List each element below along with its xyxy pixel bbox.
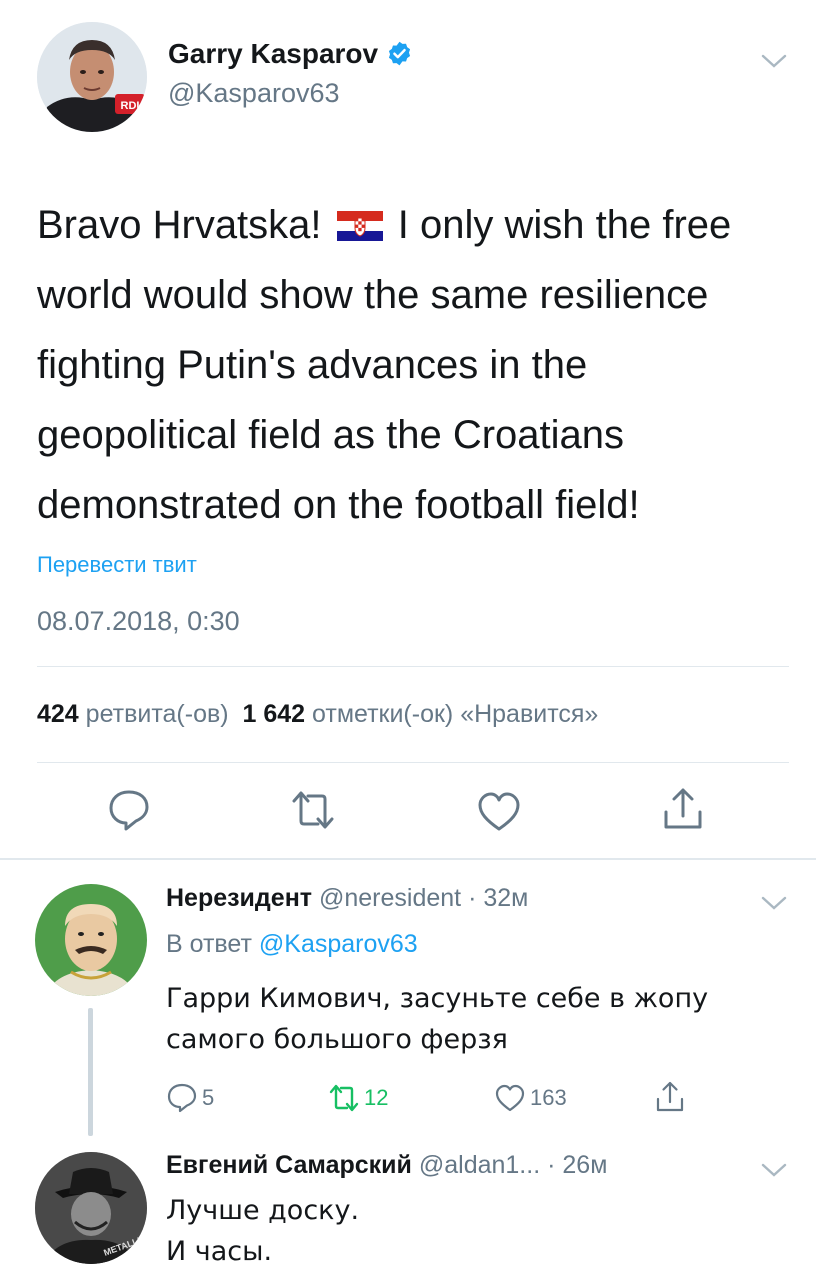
reply-text-line: Лучше доску. bbox=[166, 1195, 360, 1226]
reply-retweet-count: 12 bbox=[364, 1085, 389, 1110]
retweets-stat[interactable]: 424 ретвита(-ов) bbox=[37, 700, 229, 728]
reply-time: · 32м bbox=[468, 884, 529, 912]
reply-header: Евгений Самарский @aldan1... · 26м bbox=[166, 1151, 607, 1180]
reply-reply-button[interactable]: 5 bbox=[166, 1082, 214, 1114]
like-label: отметки(-ок) «Нравится» bbox=[312, 700, 599, 728]
author-name-text: Garry Kasparov bbox=[168, 38, 379, 69]
croatia-flag-icon bbox=[336, 211, 383, 241]
chevron-down-icon[interactable] bbox=[761, 894, 787, 912]
divider bbox=[37, 666, 789, 667]
reply-text: Гарри Кимович, засуньте себе в жопу само… bbox=[166, 983, 709, 1055]
reply-retweet-button[interactable]: 12 bbox=[328, 1082, 388, 1114]
thread-line bbox=[88, 1008, 93, 1136]
verified-badge-icon bbox=[389, 41, 411, 66]
reply-icon[interactable] bbox=[106, 787, 152, 833]
chevron-down-icon[interactable] bbox=[761, 52, 787, 70]
reply-text-line: И часы. bbox=[166, 1236, 273, 1267]
tweet-text: Bravo Hrvatska! I only wish the free wor… bbox=[37, 190, 797, 540]
tweet-timestamp: 08.07.2018, 0:30 bbox=[37, 606, 240, 636]
retweet-count: 424 bbox=[37, 700, 79, 728]
author-name[interactable]: Garry Kasparov bbox=[168, 38, 413, 70]
retweet-icon[interactable] bbox=[290, 787, 336, 833]
reply-avatar[interactable] bbox=[35, 884, 147, 996]
tweet-text-part1: Bravo Hrvatska! bbox=[37, 203, 333, 247]
divider bbox=[0, 858, 816, 860]
avatar-badge-text: RDI bbox=[121, 100, 140, 112]
like-icon bbox=[495, 1084, 525, 1112]
share-icon[interactable] bbox=[653, 1080, 687, 1114]
tweet-text-part2: I only wish the free world would show th… bbox=[37, 203, 732, 527]
reply-author-name[interactable]: Нерезидент bbox=[166, 884, 312, 912]
author-handle[interactable]: @Kasparov63 bbox=[168, 78, 340, 109]
reply-like-button[interactable]: 163 bbox=[494, 1082, 567, 1114]
likes-stat[interactable]: 1 642 отметки(-ок) «Нравится» bbox=[243, 700, 599, 728]
divider bbox=[37, 762, 789, 763]
reply-icon bbox=[167, 1083, 197, 1113]
retweet-label: ретвита(-ов) bbox=[85, 700, 229, 728]
tweet-stats: 424 ретвита(-ов) 1 642 отметки(-ок) «Нра… bbox=[37, 700, 598, 729]
reply-author-handle[interactable]: @neresident bbox=[319, 884, 461, 912]
chevron-down-icon[interactable] bbox=[761, 1161, 787, 1179]
reply-reply-count: 5 bbox=[202, 1085, 215, 1110]
reply-time: · 26м bbox=[547, 1151, 608, 1179]
reply-to-mention[interactable]: @Kasparov63 bbox=[259, 930, 418, 958]
like-count: 1 642 bbox=[242, 700, 306, 728]
author-avatar[interactable]: RDI bbox=[37, 22, 147, 132]
reply-text: Лучше доску. И часы. bbox=[166, 1190, 796, 1272]
reply-author-name[interactable]: Евгений Самарский bbox=[166, 1151, 412, 1179]
share-icon[interactable] bbox=[660, 786, 706, 832]
reply-header: Нерезидент @neresident · 32м bbox=[166, 884, 528, 913]
retweet-icon bbox=[329, 1084, 359, 1112]
reply-to-label: В ответ bbox=[166, 930, 252, 958]
translate-tweet-link[interactable]: Перевести твит bbox=[37, 552, 197, 578]
like-icon[interactable] bbox=[476, 789, 522, 835]
reply-avatar[interactable]: METALLICA bbox=[35, 1152, 147, 1264]
reply-like-count: 163 bbox=[530, 1085, 567, 1110]
reply-author-handle[interactable]: @aldan1... bbox=[419, 1151, 540, 1179]
reply-to-line: В ответ @Kasparov63 bbox=[166, 930, 418, 959]
